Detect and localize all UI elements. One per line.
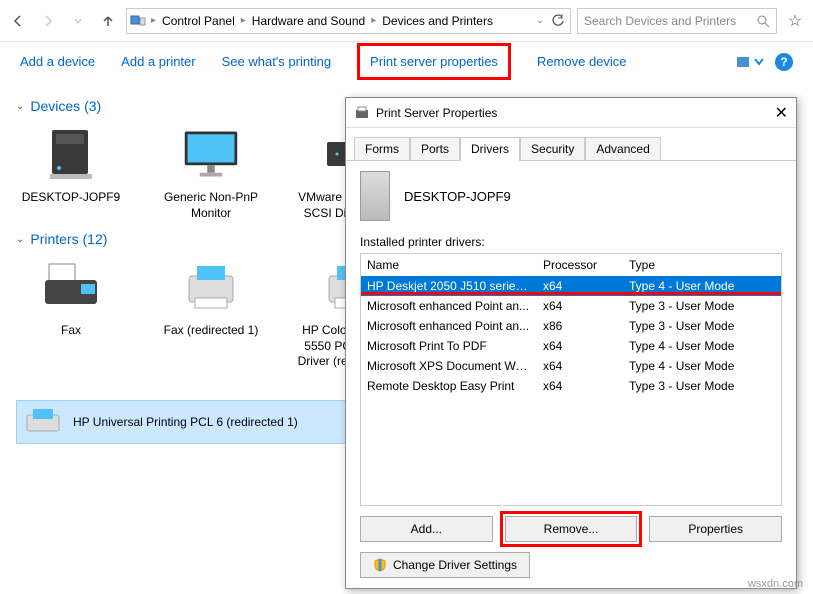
- printer-item[interactable]: Fax: [16, 257, 126, 370]
- back-button[interactable]: [6, 9, 30, 33]
- computer-icon: [41, 124, 101, 184]
- breadcrumb[interactable]: ▸ Control Panel ▸ Hardware and Sound ▸ D…: [126, 8, 571, 34]
- devices-icon: [127, 14, 149, 28]
- driver-row[interactable]: Microsoft XPS Document Wri...x64Type 4 -…: [361, 356, 781, 376]
- driver-row[interactable]: HP Deskjet 2050 J510 series Cl...x64Type…: [361, 276, 781, 296]
- tab-ports[interactable]: Ports: [410, 137, 460, 161]
- driver-row[interactable]: Microsoft enhanced Point an...x86Type 3 …: [361, 316, 781, 336]
- watermark: wsxdn.com: [748, 578, 803, 590]
- close-button[interactable]: ✕: [775, 103, 788, 123]
- search-placeholder: Search Devices and Printers: [584, 14, 736, 28]
- remove-device-link[interactable]: Remove device: [537, 54, 627, 69]
- bc-control-panel[interactable]: Control Panel: [158, 9, 239, 33]
- printer-icon: [354, 105, 370, 121]
- server-name: DESKTOP-JOPF9: [404, 189, 511, 204]
- add-button[interactable]: Add...: [360, 516, 493, 542]
- bc-devices-printers[interactable]: Devices and Printers: [378, 9, 497, 33]
- monitor-icon: [181, 124, 241, 184]
- change-driver-settings-button[interactable]: Change Driver Settings: [360, 552, 530, 578]
- chevron-right-icon: ▸: [149, 15, 158, 26]
- command-bar: Add a device Add a printer See what's pr…: [0, 42, 813, 82]
- add-device-link[interactable]: Add a device: [20, 54, 95, 69]
- properties-button[interactable]: Properties: [649, 516, 782, 542]
- tab-advanced[interactable]: Advanced: [585, 137, 660, 161]
- tab-drivers[interactable]: Drivers: [460, 137, 520, 161]
- dialog-titlebar[interactable]: Print Server Properties ✕: [346, 98, 796, 128]
- printer-icon: [181, 257, 241, 317]
- selected-item-label: HP Universal Printing PCL 6 (redirected …: [73, 415, 298, 429]
- fax-icon: [41, 257, 101, 317]
- refresh-button[interactable]: [546, 14, 570, 28]
- see-printing-link[interactable]: See what's printing: [222, 54, 331, 69]
- server-icon: [360, 171, 390, 221]
- tab-forms[interactable]: Forms: [354, 137, 410, 161]
- search-icon: [756, 14, 770, 28]
- add-printer-link[interactable]: Add a printer: [121, 54, 195, 69]
- driver-row[interactable]: Microsoft enhanced Point an...x64Type 3 …: [361, 296, 781, 316]
- favorite-icon[interactable]: ☆: [783, 11, 807, 31]
- dialog-title: Print Server Properties: [376, 106, 497, 120]
- forward-button[interactable]: [36, 9, 60, 33]
- print-server-properties-dialog: Print Server Properties ✕ Forms Ports Dr…: [345, 97, 797, 589]
- recent-dropdown[interactable]: [66, 9, 90, 33]
- chevron-down-icon: ⌄: [16, 234, 24, 245]
- print-server-properties-link[interactable]: Print server properties: [357, 43, 511, 80]
- view-options-button[interactable]: [735, 54, 765, 70]
- device-item[interactable]: Generic Non-PnP Monitor: [156, 124, 266, 221]
- remove-button[interactable]: Remove...: [505, 516, 638, 542]
- list-label: Installed printer drivers:: [360, 235, 782, 249]
- search-input[interactable]: Search Devices and Printers: [577, 8, 777, 34]
- help-icon[interactable]: ?: [775, 53, 793, 71]
- driver-row[interactable]: Remote Desktop Easy Printx64Type 3 - Use…: [361, 376, 781, 396]
- printer-icon: [23, 407, 63, 437]
- chevron-down-icon: ⌄: [16, 101, 24, 112]
- driver-list[interactable]: Name Processor Type HP Deskjet 2050 J510…: [360, 253, 782, 506]
- device-item[interactable]: DESKTOP-JOPF9: [16, 124, 126, 221]
- bc-hardware-sound[interactable]: Hardware and Sound: [248, 9, 369, 33]
- dialog-tabs: Forms Ports Drivers Security Advanced: [346, 128, 796, 161]
- up-button[interactable]: [96, 9, 120, 33]
- list-header[interactable]: Name Processor Type: [361, 254, 781, 276]
- shield-icon: [373, 558, 387, 572]
- address-bar: ▸ Control Panel ▸ Hardware and Sound ▸ D…: [0, 0, 813, 42]
- tab-security[interactable]: Security: [520, 137, 585, 161]
- driver-row[interactable]: Microsoft Print To PDFx64Type 4 - User M…: [361, 336, 781, 356]
- history-dropdown[interactable]: ⌄: [534, 15, 546, 26]
- printer-item[interactable]: Fax (redirected 1): [156, 257, 266, 370]
